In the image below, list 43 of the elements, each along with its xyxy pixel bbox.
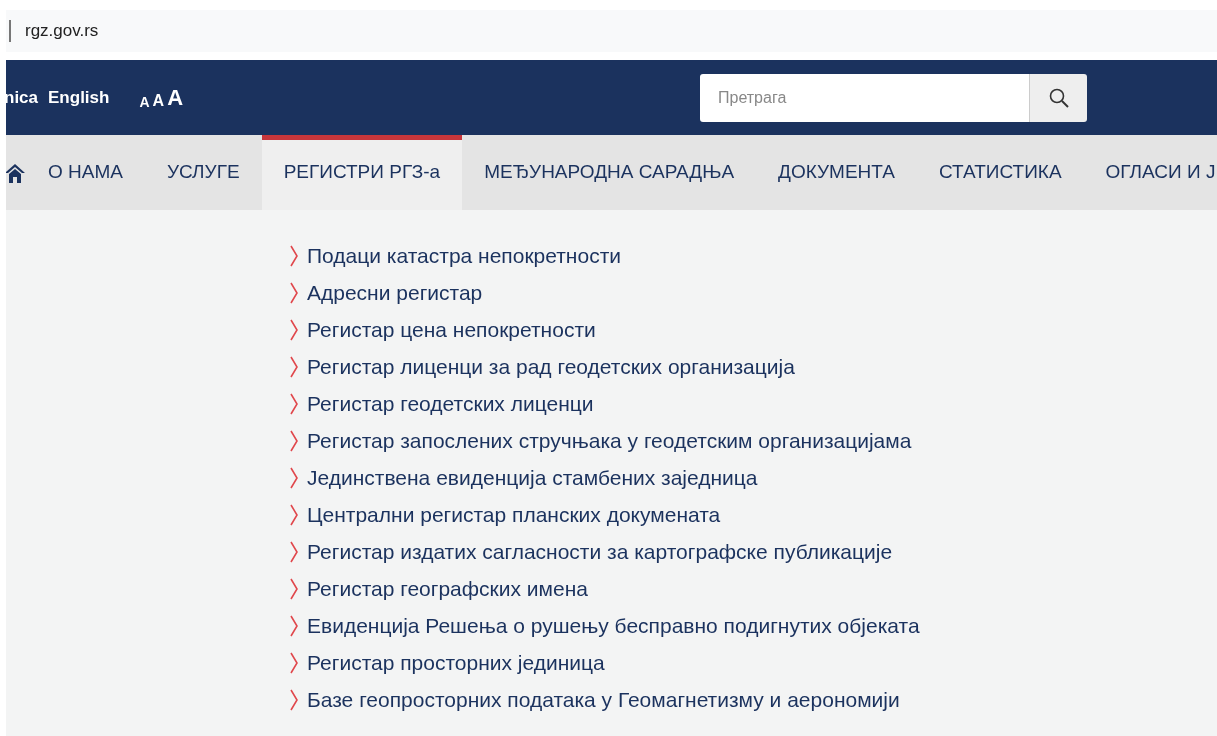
menu-link[interactable]: Евиденција Решења о рушењу бесправно подигнутих објеката: [307, 610, 920, 642]
text-size-link[interactable]: A: [167, 86, 183, 109]
home-icon: [6, 161, 26, 184]
nav-tab[interactable]: РЕГИСТРИ РГЗ-а: [261, 135, 463, 210]
url-text: rgz.gov.rs: [25, 20, 99, 43]
address-bar[interactable]: rgz.gov.rs: [6, 10, 1217, 52]
menu-link[interactable]: Регистар геодетских лиценци: [307, 388, 594, 420]
search-button[interactable]: [1029, 73, 1087, 122]
menu-link[interactable]: Регистар цена непокретности: [307, 314, 596, 346]
search-field[interactable]: Претрага: [700, 73, 1029, 122]
chevron-icon: [289, 430, 299, 452]
chevron-icon: [289, 578, 299, 600]
chevron-icon: [289, 652, 299, 674]
text-size-link[interactable]: A: [152, 92, 165, 109]
chevron-icon: [289, 689, 299, 711]
menu-link[interactable]: Регистар географских имена: [307, 573, 588, 605]
nav-tab[interactable]: ОГЛАСИ И Ј: [1083, 135, 1217, 210]
nav-tab[interactable]: МЕЂУНАРОДНА САРАДЊА: [462, 135, 757, 210]
chevron-icon: [289, 356, 299, 378]
menu-link[interactable]: Регистар издатих сагласности за картографске публикације: [307, 536, 893, 568]
menu-link[interactable]: Регистар запослених стручњака у геодетским организацијама: [307, 425, 912, 457]
chevron-icon: [289, 282, 299, 304]
chevron-icon: [289, 245, 299, 267]
chevron-icon: [289, 393, 299, 415]
menu-link[interactable]: Централни регистар планских докумената: [307, 499, 721, 531]
language-link[interactable]: English: [48, 84, 110, 111]
search-icon: [1047, 86, 1070, 109]
nav-tab[interactable]: СТАТИСТИКА: [917, 135, 1084, 210]
nav-tab[interactable]: ДОКУМЕНТА: [756, 135, 917, 210]
text-size-link[interactable]: A: [139, 94, 150, 109]
chevron-icon: [289, 319, 299, 341]
menu-link[interactable]: Подаци катастра непокретности: [307, 240, 621, 272]
chevron-icon: [289, 615, 299, 637]
menu-link[interactable]: Базе геопросторних података у Геомагнетизму и аерономији: [307, 684, 900, 716]
chevron-icon: [289, 467, 299, 489]
menu-link[interactable]: Јединствена евиденција стамбених заједница: [307, 462, 758, 494]
menu-link[interactable]: Регистар просторних јединица: [307, 647, 605, 679]
chevron-icon: [289, 504, 299, 526]
chevron-icon: [289, 541, 299, 563]
menu-link[interactable]: Регистар лиценци за рад геодетских организација: [307, 351, 795, 383]
menu-link[interactable]: Адресни регистар: [307, 277, 483, 309]
nav-tab[interactable]: О НАМА: [26, 135, 145, 210]
nav-tab[interactable]: УСЛУГЕ: [144, 135, 262, 210]
